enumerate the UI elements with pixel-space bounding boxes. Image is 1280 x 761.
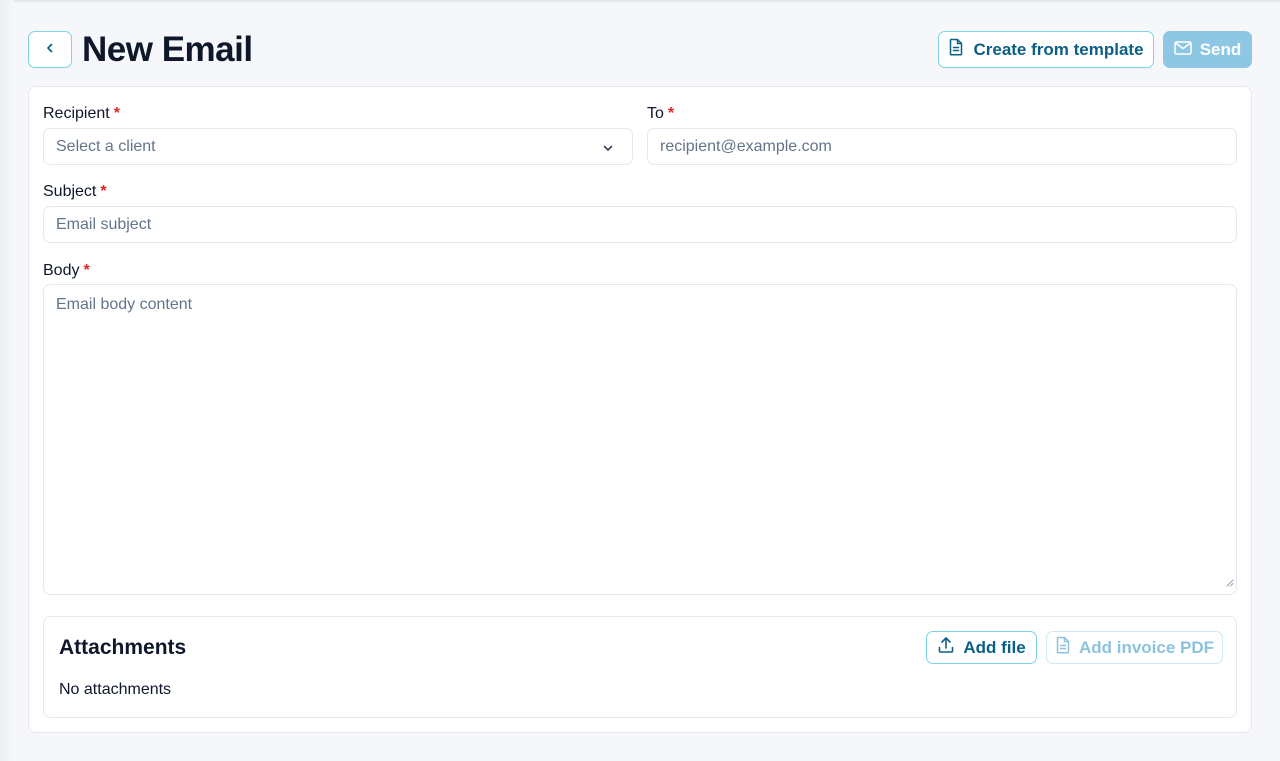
recipient-label: Recipient * xyxy=(43,104,120,124)
add-invoice-pdf-label: Add invoice PDF xyxy=(1078,637,1215,657)
create-from-template-button[interactable]: Create from template xyxy=(938,31,1154,68)
send-button[interactable]: Send xyxy=(1163,31,1252,68)
subject-label-text: Subject xyxy=(43,183,97,200)
upload-icon xyxy=(937,636,955,659)
email-form-card: Recipient * Select a client To * recipient… xyxy=(28,86,1252,733)
top-divider xyxy=(0,0,1280,2)
body-label-text: Body xyxy=(43,262,80,279)
body-label: Body * xyxy=(43,261,90,281)
add-file-label: Add file xyxy=(963,637,1026,657)
required-mark: * xyxy=(667,105,675,122)
subject-input[interactable]: Email subject xyxy=(43,206,1237,243)
subject-label: Subject * xyxy=(43,182,107,202)
to-email-placeholder: recipient@example.com xyxy=(660,137,832,155)
send-label: Send xyxy=(1199,39,1242,59)
page-header: New Email Create from template Send xyxy=(28,28,1252,74)
add-invoice-pdf-button[interactable]: Add invoice PDF xyxy=(1046,631,1223,664)
recipient-select-value: Select a client xyxy=(56,137,156,155)
back-button[interactable] xyxy=(28,31,72,68)
attachments-title: Attachments xyxy=(59,636,187,659)
mail-icon xyxy=(1173,40,1192,60)
to-label-text: To xyxy=(647,105,664,122)
no-attachments-text: No attachments xyxy=(59,681,172,698)
left-shadow xyxy=(0,0,14,761)
recipient-select[interactable]: Select a client xyxy=(43,128,633,165)
subject-placeholder: Email subject xyxy=(56,215,152,233)
document-icon xyxy=(1055,636,1071,659)
required-mark: * xyxy=(113,105,120,122)
chevron-down-icon xyxy=(602,141,614,159)
body-placeholder: Email body content xyxy=(56,296,193,313)
resize-handle-icon[interactable] xyxy=(1225,574,1234,592)
page-title: New Email xyxy=(82,30,253,69)
document-icon xyxy=(948,38,964,61)
required-mark: * xyxy=(83,262,90,279)
add-file-button[interactable]: Add file xyxy=(926,631,1037,664)
body-textarea[interactable]: Email body content xyxy=(43,284,1237,595)
required-mark: * xyxy=(100,183,107,200)
chevron-left-icon xyxy=(44,41,56,59)
create-from-template-label: Create from template xyxy=(973,39,1144,59)
to-email-field[interactable]: recipient@example.com xyxy=(647,128,1237,165)
attachments-section: Attachments Add file Add invoice PDF No … xyxy=(43,616,1237,718)
recipient-label-text: Recipient xyxy=(43,105,110,122)
to-label: To * xyxy=(647,104,674,124)
